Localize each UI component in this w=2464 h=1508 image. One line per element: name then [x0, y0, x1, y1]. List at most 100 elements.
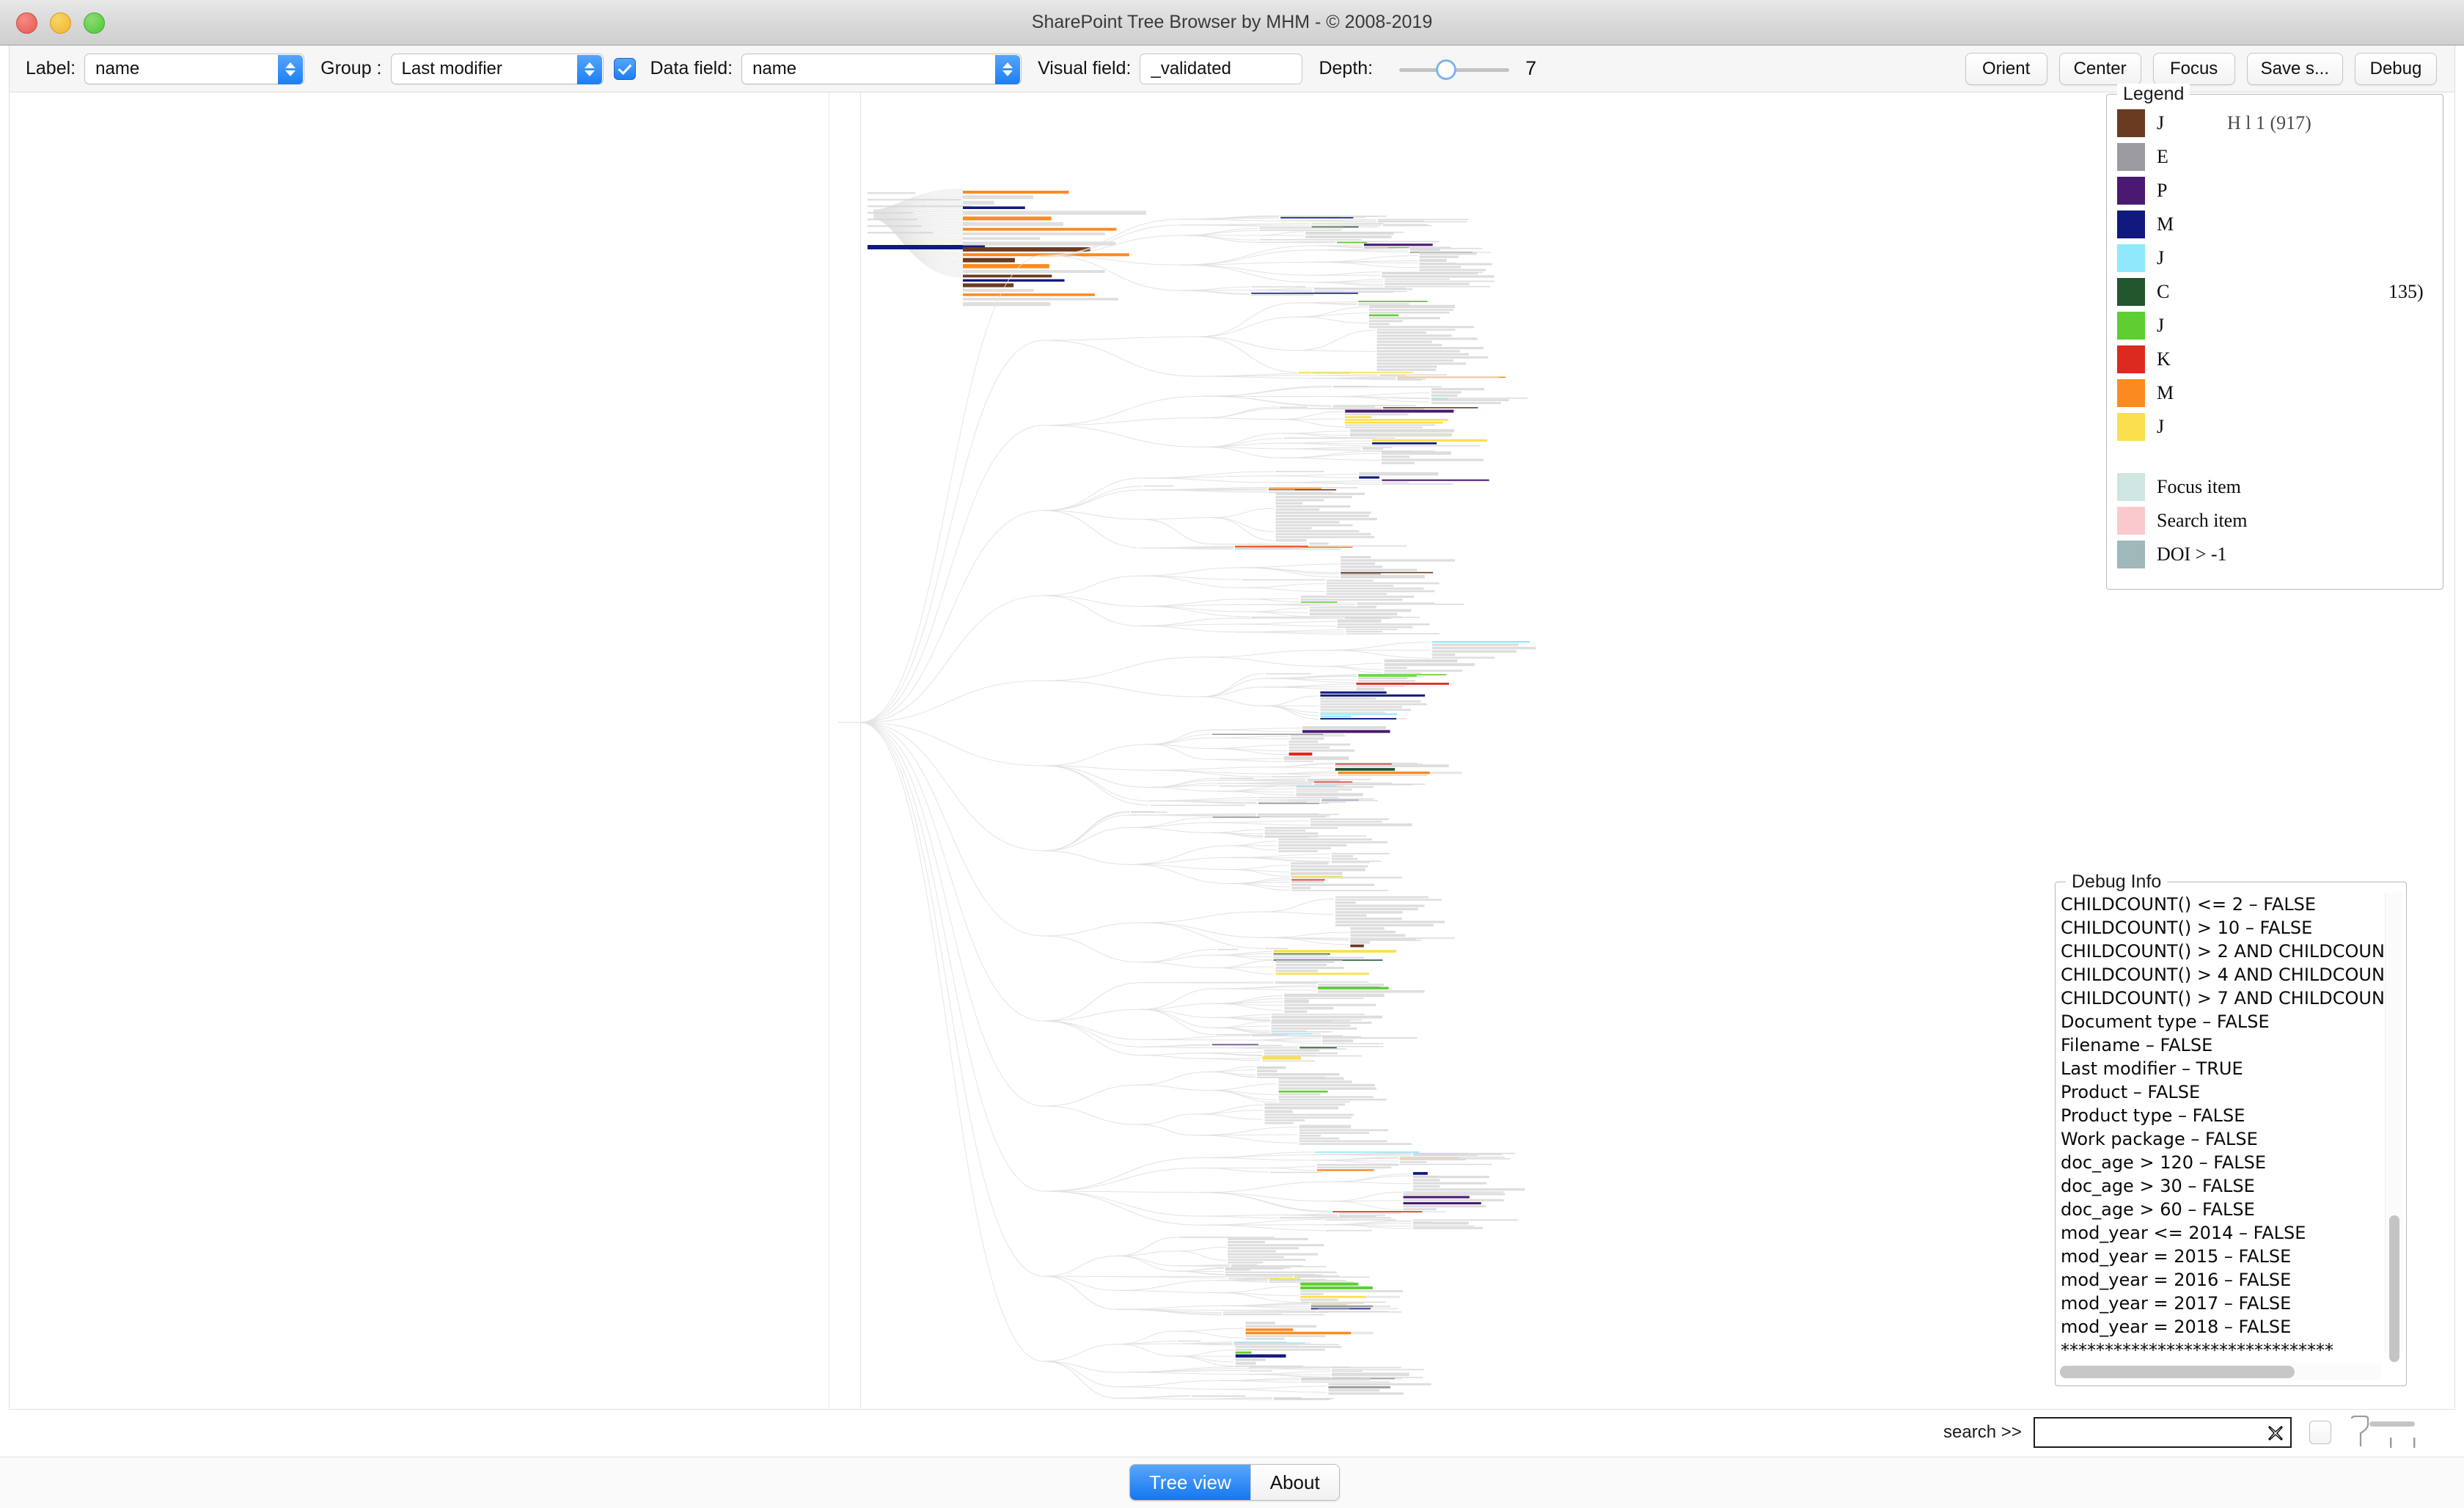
- tree-leaf-bar[interactable]: [1310, 1303, 1347, 1306]
- tree-leaf-bar[interactable]: [1345, 416, 1372, 419]
- tree-leaf-bar[interactable]: [1228, 1256, 1285, 1259]
- tree-leaf-bar[interactable]: [963, 270, 1105, 274]
- tab-tree-view[interactable]: Tree view: [1130, 1465, 1250, 1500]
- tree-leaf-bar[interactable]: [1271, 1031, 1332, 1033]
- tree-leaf-bar[interactable]: [1321, 798, 1374, 800]
- tree-leaf-bar[interactable]: [1350, 937, 1455, 939]
- tree-leaf-bar[interactable]: [1345, 421, 1443, 424]
- tree-leaf-bar[interactable]: [1403, 1193, 1506, 1196]
- tree-leaf-bar[interactable]: [1331, 852, 1390, 854]
- tree-leaf-bar[interactable]: [963, 253, 1129, 257]
- tree-leaf-bar[interactable]: [1211, 1044, 1283, 1047]
- tree-leaf-bar[interactable]: [1296, 786, 1374, 788]
- tree-leaf-bar[interactable]: [1399, 1158, 1466, 1161]
- tree-leaf-bar[interactable]: [1235, 1361, 1256, 1365]
- tree-leaf-bar[interactable]: [1266, 673, 1311, 675]
- tree-leaf-bar[interactable]: [1228, 1241, 1266, 1244]
- tree-leaf-bar[interactable]: [1320, 717, 1397, 720]
- tree-leaf-bar[interactable]: [1351, 1331, 1374, 1335]
- tree-leaf-bar[interactable]: [1284, 998, 1364, 1000]
- tree-leaf-bar[interactable]: [1257, 1069, 1277, 1072]
- tree-leaf-bar[interactable]: [1310, 1305, 1373, 1308]
- tree-leaf-bar[interactable]: [1310, 823, 1412, 827]
- tree-leaf-bar[interactable]: [1358, 680, 1416, 682]
- tree-leaf-bar[interactable]: [1333, 405, 1416, 406]
- tree-leaf-bar[interactable]: [1337, 241, 1368, 244]
- tree-leaf-bar[interactable]: [1275, 511, 1371, 514]
- tree-leaf-bar[interactable]: [1335, 920, 1445, 923]
- tree-leaf-bar[interactable]: [1356, 685, 1404, 687]
- tree-leaf-bar[interactable]: [1302, 730, 1390, 733]
- tree-leaf-bar[interactable]: [1320, 711, 1385, 713]
- tree-leaf-bar[interactable]: [1300, 596, 1415, 599]
- tree-leaf-bar[interactable]: [1419, 266, 1462, 268]
- tree-leaf-bar[interactable]: [1259, 227, 1344, 229]
- tree-leaf-bar[interactable]: [1346, 629, 1398, 631]
- tree-leaf-bar[interactable]: [1216, 1033, 1288, 1036]
- tree-leaf-bar[interactable]: [1394, 1377, 1402, 1380]
- tree-leaf-bar[interactable]: [963, 241, 1116, 246]
- tree-leaf-bar[interactable]: [1376, 359, 1453, 362]
- tree-leaf-bar[interactable]: [1296, 791, 1338, 793]
- tree-leaf-bar[interactable]: [1337, 623, 1430, 626]
- tree-leaf-bar[interactable]: [1321, 799, 1378, 802]
- tree-leaf-bar[interactable]: [1356, 682, 1449, 685]
- tree-leaf-bar[interactable]: [1257, 1073, 1340, 1076]
- tree-leaf-bar[interactable]: [1291, 883, 1375, 887]
- tree-leaf-bar[interactable]: [1344, 618, 1392, 620]
- tree-leaf-bar[interactable]: [1409, 249, 1440, 252]
- tree-leaf-bar[interactable]: [1259, 229, 1342, 231]
- tree-leaf-bar[interactable]: [1431, 643, 1519, 646]
- tree-leaf-bar[interactable]: [1283, 756, 1349, 761]
- tree-leaf-bar[interactable]: [1335, 923, 1434, 927]
- tree-leaf-bar[interactable]: [1309, 542, 1329, 545]
- tree-leaf-bar[interactable]: [1299, 1047, 1337, 1049]
- tree-leaf-bar[interactable]: [1403, 1191, 1504, 1193]
- tree-leaf-bar[interactable]: [1316, 1163, 1399, 1166]
- tree-leaf-bar[interactable]: [1264, 1103, 1346, 1106]
- tree-leaf-bar[interactable]: [1178, 1237, 1275, 1238]
- tree-leaf-bar[interactable]: [1278, 1101, 1350, 1103]
- tree-leaf-bar[interactable]: [1291, 887, 1311, 890]
- tree-leaf-bar[interactable]: [1412, 1225, 1475, 1227]
- tree-leaf-bar[interactable]: [1283, 761, 1314, 762]
- tree-leaf-bar[interactable]: [1294, 1276, 1327, 1278]
- tree-leaf-bar[interactable]: [1412, 1182, 1487, 1185]
- tree-leaf-bar[interactable]: [1341, 562, 1376, 566]
- tree-leaf-bar[interactable]: [1368, 317, 1440, 320]
- tree-leaf-bar[interactable]: [1332, 1369, 1425, 1371]
- tree-leaf-bar[interactable]: [963, 301, 1051, 307]
- tree-leaf-bar[interactable]: [963, 298, 1119, 301]
- tree-leaf-bar[interactable]: [1274, 1398, 1330, 1400]
- tree-leaf-bar[interactable]: [1309, 612, 1398, 616]
- tree-leaf-bar[interactable]: [1381, 455, 1410, 458]
- tree-leaf-bar[interactable]: [1318, 990, 1425, 993]
- tree-leaf-bar[interactable]: [1300, 1286, 1373, 1289]
- tree-leaf-bar[interactable]: [1377, 219, 1468, 220]
- tree-leaf-bar[interactable]: [1328, 1386, 1390, 1388]
- tree-leaf-bar[interactable]: [1275, 967, 1344, 970]
- tree-leaf-bar[interactable]: [1419, 252, 1477, 255]
- tree-leaf-bar[interactable]: [1320, 709, 1411, 711]
- tree-leaf-bar[interactable]: [1271, 776, 1311, 777]
- tree-leaf-bar[interactable]: [1350, 938, 1417, 940]
- legend-group-row[interactable]: K: [2117, 343, 2247, 376]
- tree-leaf-bar[interactable]: [1379, 375, 1407, 376]
- tree-leaf-bar[interactable]: [1264, 830, 1306, 832]
- tree-leaf-bar[interactable]: [1275, 471, 1324, 472]
- tree-leaf-bar[interactable]: [1316, 1166, 1392, 1169]
- tree-leaf-bar[interactable]: [1305, 1342, 1311, 1344]
- tree-leaf-bar[interactable]: [1271, 1014, 1365, 1015]
- tree-leaf-bar[interactable]: [1300, 599, 1403, 601]
- tree-leaf-bar[interactable]: [1245, 1322, 1275, 1325]
- tree-leaf-bar[interactable]: [1333, 386, 1442, 388]
- tree-leaf-bar[interactable]: [1337, 626, 1413, 629]
- tree-leaf-bar[interactable]: [1412, 1221, 1469, 1225]
- tree-leaf-bar[interactable]: [963, 206, 1025, 209]
- tree-leaf-bar[interactable]: [1307, 780, 1341, 781]
- tree-leaf-bar[interactable]: [1278, 1077, 1344, 1080]
- tree-leaf-bar[interactable]: [1335, 898, 1442, 901]
- tree-leaf-bar[interactable]: [1278, 1080, 1352, 1083]
- tree-leaf-bar[interactable]: [1335, 763, 1392, 765]
- debug-horizontal-scrollbar[interactable]: [2060, 1364, 2381, 1380]
